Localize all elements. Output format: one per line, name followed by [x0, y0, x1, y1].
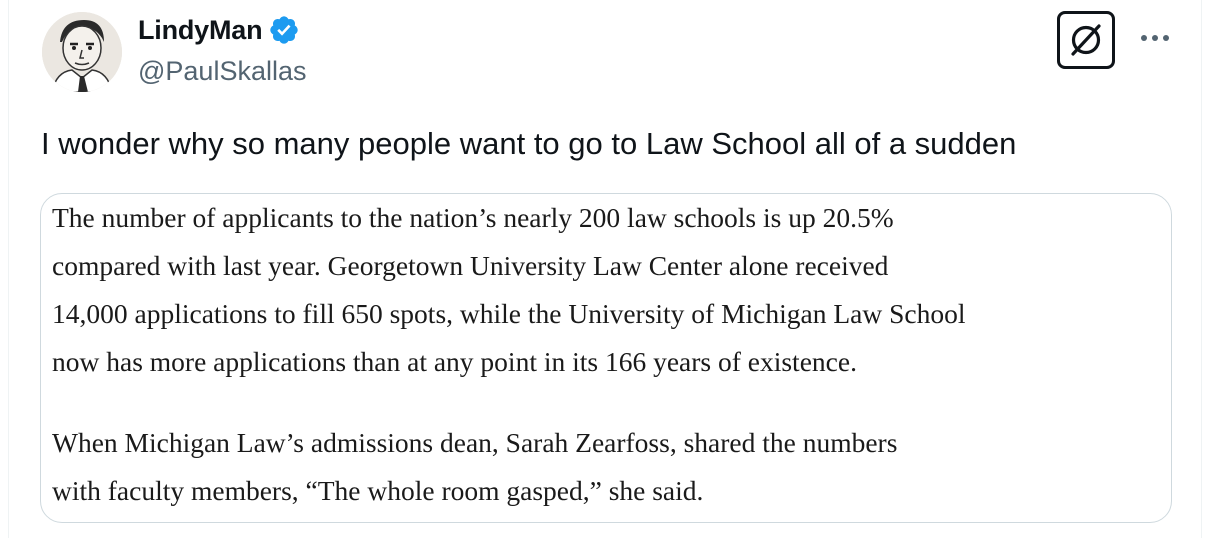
verified-badge-icon[interactable] — [268, 14, 300, 46]
avatar[interactable] — [42, 12, 122, 92]
grok-icon — [1071, 24, 1101, 56]
author-display-name-row[interactable]: LindyMan — [138, 14, 300, 46]
attached-text-image[interactable]: The number of applicants to the nation’s… — [40, 193, 1172, 523]
quote-line: compared with last year. Georgetown Univ… — [52, 250, 889, 281]
sketch-portrait-avatar-icon — [42, 12, 122, 92]
quote-line: now has more applications than at any po… — [52, 346, 857, 377]
quote-line: 14,000 applications to fill 650 spots, w… — [52, 298, 966, 329]
author-handle[interactable]: @PaulSkallas — [138, 56, 307, 87]
quote-paragraph-2: When Michigan Law’s admissions dean, Sar… — [52, 419, 897, 515]
quote-paragraph-1: The number of applicants to the nation’s… — [52, 194, 966, 386]
author-display-name[interactable]: LindyMan — [138, 15, 263, 46]
grok-button[interactable] — [1057, 11, 1115, 69]
quote-line: The number of applicants to the nation’s… — [52, 202, 894, 233]
more-options-button[interactable] — [1138, 26, 1172, 50]
more-options-icon — [1141, 35, 1169, 41]
tweet-text: I wonder why so many people want to go t… — [41, 126, 1017, 161]
quote-line: with faculty members, “The whole room ga… — [52, 475, 704, 506]
quote-line: When Michigan Law’s admissions dean, Sar… — [52, 427, 898, 458]
